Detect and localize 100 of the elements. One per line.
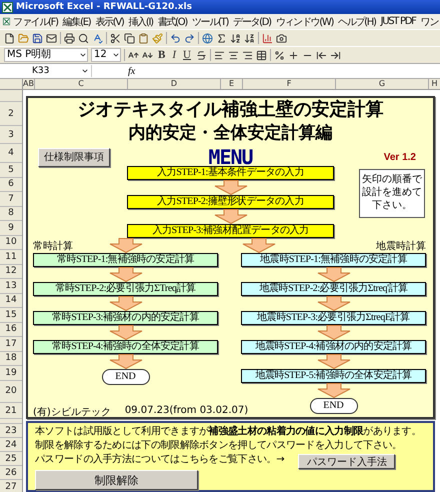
function-label[interactable]: fx <box>128 66 136 76</box>
menu-item[interactable]: 書式(O) <box>156 14 189 28</box>
menu-item[interactable]: 編集(E) <box>60 14 92 28</box>
row-header[interactable]: 3 <box>0 126 22 144</box>
step-button[interactable]: 入力STEP-3:補強材配置データの入力 <box>127 224 334 238</box>
font-grow-icon[interactable] <box>128 50 139 60</box>
row-header[interactable]: 4 <box>0 144 22 163</box>
menu-item[interactable]: ワン <box>418 14 440 28</box>
indent-icon[interactable] <box>330 50 341 60</box>
menu-item[interactable]: ファイル(F) <box>11 14 60 28</box>
row-header[interactable]: 21 <box>0 403 22 419</box>
row-header[interactable]: 13 <box>0 279 22 294</box>
column-header[interactable]: G <box>336 79 429 89</box>
printer-icon[interactable] <box>64 32 75 44</box>
menu-item[interactable]: データ(D) <box>231 14 273 28</box>
bold-button[interactable]: B <box>156 49 168 61</box>
step-button[interactable]: 常時STEP-2:必要引張力ΣTreq計算 <box>33 282 218 296</box>
row-header[interactable]: 6 <box>0 178 22 192</box>
name-box[interactable]: K33 <box>0 65 92 77</box>
row-header[interactable]: 5 <box>0 163 22 178</box>
underline-button[interactable]: U <box>181 49 193 61</box>
row-header[interactable]: 25 <box>0 452 22 466</box>
excel-icon <box>2 2 13 12</box>
down-arrow <box>316 383 352 398</box>
step-button[interactable]: 地震時STEP-1:無補強時の安定計算 <box>241 253 426 267</box>
new-file-icon[interactable] <box>4 32 15 44</box>
step-button[interactable]: 入力STEP-1:基本条件データの入力 <box>127 166 334 180</box>
row-header[interactable]: 27 <box>0 480 22 492</box>
step-button[interactable]: 地震時STEP-3:必要引張力ΣtreqE計算 <box>241 311 426 325</box>
align-right-icon[interactable] <box>242 50 253 60</box>
camera-icon[interactable] <box>276 32 287 44</box>
redo-icon[interactable] <box>184 32 195 44</box>
step-button[interactable]: 入力STEP-2:擁壁形状データの入力 <box>127 195 334 209</box>
sigma-icon[interactable] <box>216 32 227 44</box>
menu-item[interactable]: ウィンドウ(W) <box>274 14 336 28</box>
menu-item[interactable]: ツール(T) <box>190 14 230 28</box>
row-header[interactable]: 11 <box>0 250 22 264</box>
sort-ascending-icon[interactable] <box>230 32 241 44</box>
menu-item[interactable]: 表示(V) <box>93 14 126 28</box>
strikethrough-icon[interactable] <box>196 50 207 60</box>
clipboard-icon[interactable] <box>138 32 149 44</box>
unlock-button[interactable]: 制限解除 <box>35 470 198 490</box>
row-header[interactable]: 19 <box>0 366 22 380</box>
step-button[interactable]: 常時STEP-1:無補強時の安定計算 <box>33 253 218 267</box>
row-header[interactable]: 24 <box>0 438 22 452</box>
percent-icon[interactable] <box>274 50 285 60</box>
row-header[interactable]: 26 <box>0 466 22 480</box>
column-header[interactable]: C <box>35 79 128 89</box>
menu-item[interactable]: JUST PDF <box>378 16 418 27</box>
column-header[interactable]: E <box>221 79 243 89</box>
table-icon[interactable] <box>256 50 267 60</box>
dropdown-icon[interactable] <box>112 51 120 59</box>
menu-item[interactable]: 挿入(I) <box>126 14 155 28</box>
row-header[interactable]: 12 <box>0 264 22 279</box>
column-header[interactable]: D <box>128 79 221 89</box>
column-header[interactable]: H <box>429 79 440 89</box>
outdent-icon[interactable] <box>316 50 327 60</box>
end-button[interactable]: END <box>102 369 150 385</box>
sort-descending-icon[interactable] <box>244 32 255 44</box>
row-header[interactable]: 20 <box>0 380 22 403</box>
down-arrow <box>316 354 352 369</box>
globe-icon[interactable] <box>202 32 213 44</box>
step-button[interactable]: 地震時STEP-5:補強時の全体安定計算 <box>241 369 426 383</box>
font-field[interactable]: MS P明朝 <box>4 48 88 62</box>
row-header[interactable]: 16 <box>0 322 22 337</box>
font-shrink-icon[interactable] <box>142 50 153 60</box>
align-left-icon[interactable] <box>214 50 225 60</box>
step-button[interactable]: 地震時STEP-2:必要引張力Σtreq'計算 <box>241 282 426 296</box>
mail-icon[interactable] <box>46 32 57 44</box>
save-icon[interactable] <box>32 32 43 44</box>
step-button[interactable]: 常時STEP-3:補強材の内的安定計算 <box>33 311 218 325</box>
row-header[interactable]: 18 <box>0 352 22 366</box>
plus-icon[interactable] <box>288 50 299 60</box>
row-header[interactable]: 8 <box>0 206 22 221</box>
step-button[interactable]: 常時STEP-4:補強時の全体安定計算 <box>33 340 218 354</box>
row-header[interactable]: 9 <box>0 221 22 236</box>
specification-button[interactable]: 仕様制限事項 <box>38 148 110 166</box>
menu-item[interactable]: ヘルプ(H) <box>336 14 378 28</box>
undo-icon[interactable] <box>170 32 181 44</box>
copy-icon[interactable] <box>124 32 135 44</box>
spellcheck-icon[interactable] <box>92 32 103 44</box>
row-header[interactable]: 10 <box>0 236 22 250</box>
notice-text: 制限を解除するためには下の制限解除ボタンを押してパスワードを入力して下さい。 <box>35 439 402 453</box>
align-center-icon[interactable] <box>228 50 239 60</box>
italic-button[interactable]: I <box>170 49 178 61</box>
font-size-field[interactable]: 12 <box>91 48 121 62</box>
row-header[interactable]: 23 <box>0 424 22 438</box>
step-button[interactable]: 地震時STEP-4:補強材の内的安定計算 <box>241 340 426 354</box>
end-button[interactable]: END <box>310 398 358 414</box>
column-header[interactable]: F <box>243 79 336 89</box>
row-header[interactable]: 7 <box>0 192 22 206</box>
row-header[interactable]: 14 <box>0 294 22 308</box>
row-header[interactable]: 17 <box>0 337 22 352</box>
row-header[interactable]: 15 <box>0 308 22 322</box>
scissors-icon[interactable] <box>110 32 121 44</box>
password-button[interactable]: パスワード入手法 <box>298 454 396 469</box>
row-header[interactable]: 2 <box>0 102 22 126</box>
chart-icon[interactable] <box>262 32 273 44</box>
column-header[interactable]: AB <box>23 79 35 89</box>
search-icon[interactable] <box>78 32 89 44</box>
